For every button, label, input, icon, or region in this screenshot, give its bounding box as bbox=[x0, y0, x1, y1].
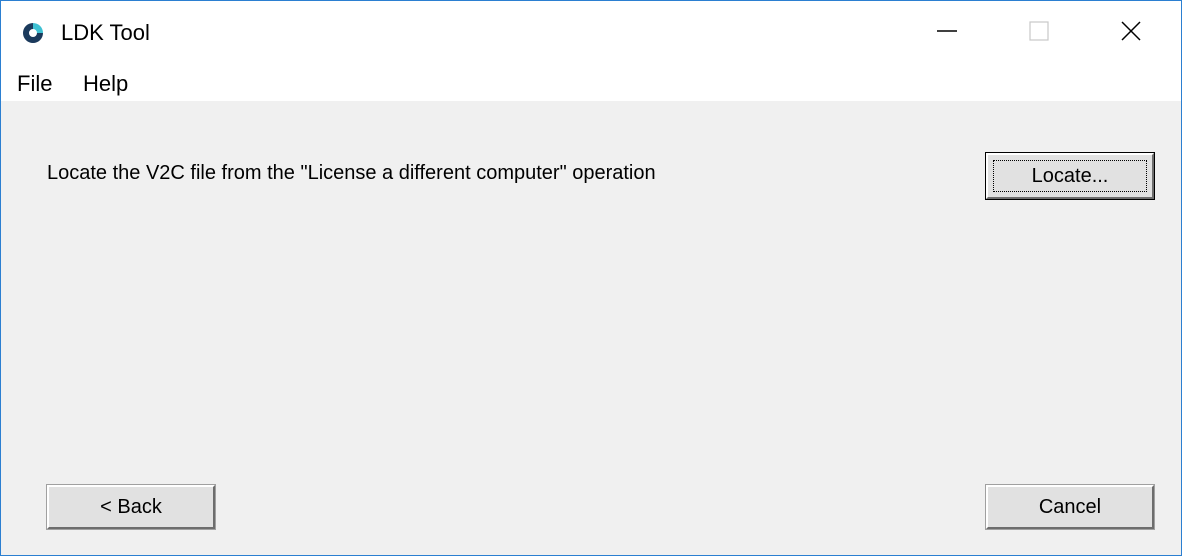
back-button-label: < Back bbox=[100, 495, 162, 518]
maximize-button[interactable] bbox=[993, 1, 1085, 65]
minimize-icon bbox=[936, 20, 958, 47]
title-bar[interactable]: LDK Tool bbox=[1, 1, 1181, 65]
locate-button-label: Locate... bbox=[1031, 164, 1109, 187]
ldk-tool-window: LDK Tool File Help Locate the V2C file f… bbox=[0, 0, 1182, 556]
close-button[interactable] bbox=[1085, 1, 1177, 65]
back-button[interactable]: < Back bbox=[46, 484, 216, 530]
close-icon bbox=[1120, 20, 1142, 47]
cancel-button-label: Cancel bbox=[1038, 495, 1102, 518]
minimize-button[interactable] bbox=[901, 1, 993, 65]
menu-bar: File Help bbox=[1, 65, 1181, 101]
window-title: LDK Tool bbox=[61, 20, 150, 45]
cancel-button[interactable]: Cancel bbox=[985, 484, 1155, 530]
app-icon bbox=[21, 21, 45, 45]
maximize-icon bbox=[1028, 20, 1050, 47]
menu-item-file[interactable]: File bbox=[17, 71, 52, 97]
instruction-text: Locate the V2C file from the "License a … bbox=[47, 162, 656, 184]
locate-button[interactable]: Locate... bbox=[985, 152, 1155, 200]
menu-item-help[interactable]: Help bbox=[83, 71, 128, 97]
main-panel: Locate the V2C file from the "License a … bbox=[1, 101, 1181, 555]
